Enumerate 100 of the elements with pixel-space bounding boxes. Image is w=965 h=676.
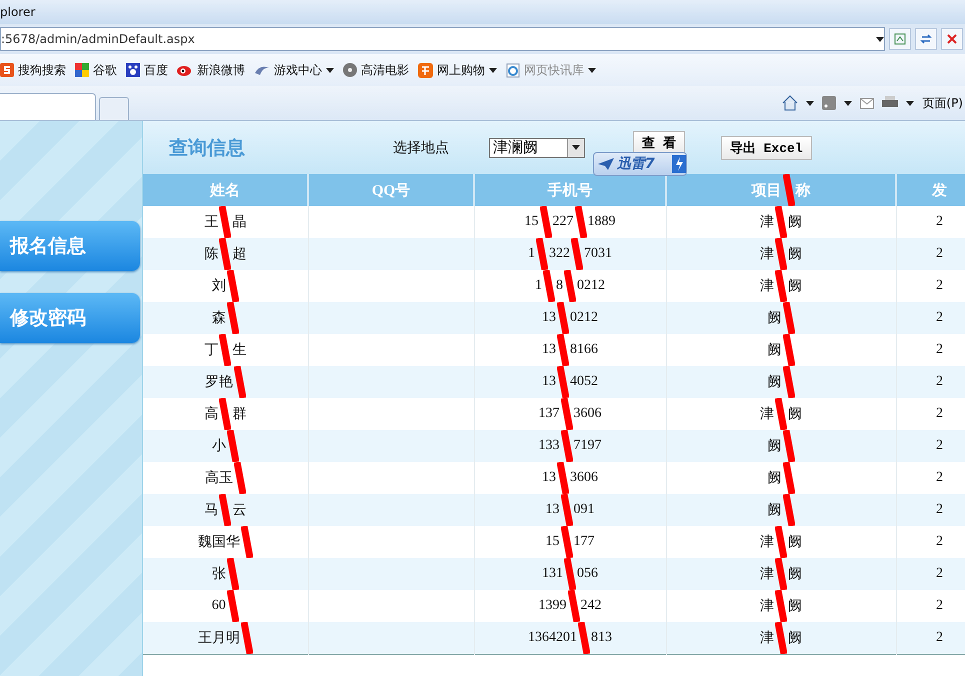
table-cell-text: 津 xyxy=(760,630,774,647)
redaction-mark xyxy=(240,622,253,654)
table-cell-text: 津 xyxy=(760,214,774,231)
compatibility-icon[interactable] xyxy=(889,28,911,50)
mail-icon[interactable] xyxy=(860,98,874,108)
table-cell-text: 津 xyxy=(760,534,774,551)
redaction-mark xyxy=(775,270,787,302)
redaction-mark xyxy=(578,622,590,654)
caret-icon xyxy=(806,100,814,106)
redaction-mark xyxy=(571,238,583,270)
export-button[interactable]: 导出 Excel xyxy=(720,136,812,160)
table-cell: 60 xyxy=(212,598,226,614)
redaction-mark xyxy=(782,334,794,366)
table-cell: 2 xyxy=(936,438,943,454)
table-cell: 3606 xyxy=(570,470,598,486)
table-cell: 2 xyxy=(936,470,943,486)
favorite-link[interactable]: 游戏中心 xyxy=(254,62,334,78)
table-cell: 15 xyxy=(524,214,538,230)
table-cell: 2 xyxy=(936,278,943,294)
table-cell-text: 津 xyxy=(760,278,774,295)
favorite-link[interactable]: 谷歌 xyxy=(75,62,117,78)
table-cell: 133 xyxy=(538,438,560,454)
table-cell-text: 小 xyxy=(212,438,226,455)
redaction-mark xyxy=(557,334,569,366)
redaction-mark xyxy=(234,366,246,398)
table-cell: 2 xyxy=(936,342,943,358)
favorite-link[interactable]: 百度 xyxy=(126,62,168,78)
table-cell: 高 xyxy=(204,405,218,423)
table-cell-text: 张 xyxy=(212,566,226,583)
redaction-mark xyxy=(219,494,232,526)
caret-icon xyxy=(844,100,852,106)
close-icon[interactable] xyxy=(941,28,963,50)
table-cell-text: 阙 xyxy=(788,598,802,615)
browser-tab[interactable] xyxy=(0,93,96,120)
redaction-mark xyxy=(775,622,787,654)
redaction-mark xyxy=(775,526,787,558)
redaction-mark xyxy=(240,526,253,558)
redaction-mark xyxy=(536,238,548,270)
location-select[interactable]: 津澜阙 xyxy=(489,138,585,158)
redaction-mark xyxy=(543,270,555,302)
table-cell: 2 xyxy=(936,246,943,262)
favorite-link[interactable]: 新浪微博 xyxy=(177,62,245,78)
favorite-link[interactable]: 高清电影 xyxy=(343,62,409,78)
table-cell-text: 云 xyxy=(232,502,246,519)
redaction-mark xyxy=(234,462,246,494)
redaction-mark xyxy=(775,558,787,590)
table-cell-text: 津 xyxy=(760,598,774,615)
table-cell-text: 阙 xyxy=(768,502,782,519)
redaction-mark xyxy=(560,494,572,526)
table-cell-text: 津 xyxy=(760,566,774,583)
table-cell: 高玉 xyxy=(204,469,233,487)
download-toast[interactable]: 迅雷7 xyxy=(593,152,687,176)
print-icon[interactable] xyxy=(882,96,898,110)
address-field[interactable]: :5678/admin/adminDefault.aspx xyxy=(0,27,885,51)
table-cell-text: 阙 xyxy=(768,374,782,391)
favorite-link[interactable]: 网上购物 xyxy=(418,62,497,78)
table-cell: 056 xyxy=(577,566,598,582)
redaction-mark xyxy=(219,238,232,270)
table-cell: 227 xyxy=(552,214,574,230)
redaction-mark xyxy=(782,302,794,334)
table-cell-text: 群 xyxy=(232,406,246,423)
table-cell: 1364201 xyxy=(528,630,577,646)
table-cell: 8166 xyxy=(570,342,598,358)
home-icon[interactable] xyxy=(782,95,798,111)
redaction-mark xyxy=(775,206,787,238)
table-cell-text: 魏国华 xyxy=(198,534,240,551)
redaction-mark xyxy=(782,366,794,398)
table-cell-text: 超 xyxy=(232,246,246,263)
refresh-icon[interactable] xyxy=(915,28,937,50)
paw-icon xyxy=(126,63,140,77)
caret-icon xyxy=(906,100,914,106)
page-icon xyxy=(506,62,520,78)
table-cell-text: 阙 xyxy=(788,406,802,423)
table-cell: 3606 xyxy=(574,406,602,422)
table-cell-text: 阙 xyxy=(788,630,802,647)
caret-icon xyxy=(489,68,497,72)
redaction-mark xyxy=(219,334,232,366)
redaction-mark xyxy=(564,270,576,302)
table-cell-text: 生 xyxy=(232,342,246,359)
column-header: QQ号 xyxy=(372,182,410,200)
redaction-mark xyxy=(564,558,576,590)
table-cell-text: 陈 xyxy=(204,246,218,263)
table-cell: 4052 xyxy=(570,374,598,390)
page-menu[interactable]: 页面(P) xyxy=(922,94,963,112)
table-cell: 131 xyxy=(542,566,563,582)
redaction-mark xyxy=(219,206,232,238)
table-cell: 2 xyxy=(936,534,943,550)
redaction-mark xyxy=(782,430,794,462)
table-cell: 13 xyxy=(542,310,556,326)
column-header: 称 xyxy=(796,182,810,200)
table-cell-text: 森 xyxy=(212,310,226,327)
redaction-mark xyxy=(775,398,787,430)
table-cell: 8 xyxy=(556,278,563,294)
favorite-link[interactable]: 搜狗搜索 xyxy=(0,62,66,78)
redaction-mark xyxy=(226,590,239,622)
logo-icon xyxy=(0,63,14,77)
table-cell: 7031 xyxy=(584,246,612,262)
table-cell-text: 马 xyxy=(204,502,218,519)
redaction-mark xyxy=(557,366,569,398)
redaction-mark xyxy=(226,558,239,590)
